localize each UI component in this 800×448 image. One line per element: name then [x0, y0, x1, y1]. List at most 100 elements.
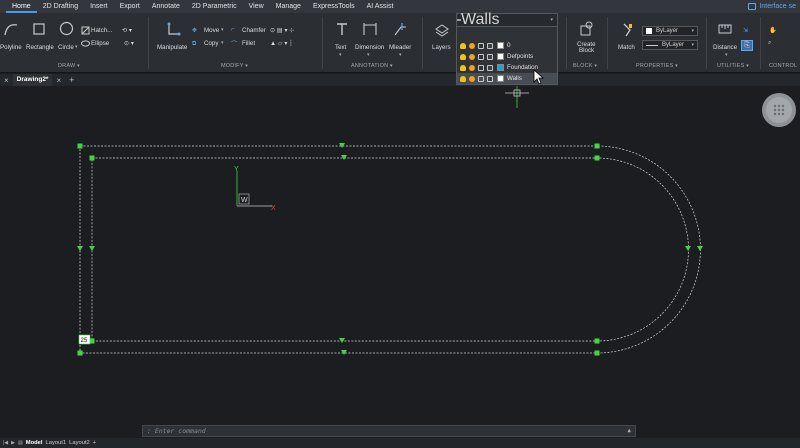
- lock-icon[interactable]: [478, 75, 484, 82]
- grip-triangle[interactable]: [341, 155, 347, 160]
- lock-icon[interactable]: [478, 64, 484, 71]
- grip-square[interactable]: [594, 143, 600, 149]
- manipulate-button[interactable]: Manipulate: [157, 44, 187, 51]
- ellipse-button[interactable]: Ellipse: [91, 40, 109, 47]
- grip-triangle[interactable]: [697, 246, 703, 251]
- menu-export[interactable]: Export: [114, 0, 146, 13]
- close-tab-icon[interactable]: ×: [52, 76, 65, 85]
- chevron-up-icon[interactable]: ▲: [627, 426, 631, 436]
- distance-button[interactable]: Distance: [713, 44, 737, 51]
- spline-icon[interactable]: ⟲ ▾: [122, 27, 132, 34]
- grip-triangle[interactable]: [685, 246, 691, 251]
- modify-tools-row2[interactable]: ▲ ▱ ▾ ┆: [270, 40, 293, 47]
- polyline-icon[interactable]: [3, 21, 19, 37]
- printer-icon[interactable]: [487, 53, 493, 60]
- first-layout-icon[interactable]: |◀: [3, 440, 8, 446]
- bulb-icon[interactable]: [460, 53, 466, 60]
- menu-2d-drafting[interactable]: 2D Drafting: [37, 0, 84, 13]
- menu-insert[interactable]: Insert: [84, 0, 114, 13]
- menu-2d-parametric[interactable]: 2D Parametric: [186, 0, 243, 13]
- menu-home[interactable]: Home: [6, 0, 37, 13]
- match-properties-icon[interactable]: [620, 22, 634, 38]
- menu-expresstools[interactable]: ExpressTools: [307, 0, 361, 13]
- add-layout-icon[interactable]: +: [93, 440, 96, 446]
- layers-icon[interactable]: [434, 23, 450, 37]
- grip-triangle[interactable]: [339, 143, 345, 148]
- printer-icon[interactable]: [487, 42, 493, 49]
- menu-ai-assist[interactable]: AI Assist: [361, 0, 400, 13]
- circle-icon[interactable]: [59, 21, 74, 36]
- linetype-dropdown[interactable]: ByLayer ▾: [642, 40, 698, 50]
- properties-panel-title[interactable]: PROPERTIES ▾: [636, 63, 678, 69]
- lock-icon[interactable]: [478, 53, 484, 60]
- bulb-icon[interactable]: [460, 64, 466, 71]
- sun-icon[interactable]: [469, 64, 475, 71]
- menu-manage[interactable]: Manage: [270, 0, 307, 13]
- dimension-icon[interactable]: [362, 21, 378, 37]
- close-icon[interactable]: ×: [0, 76, 13, 85]
- chevron-down-icon[interactable]: ▾: [75, 44, 78, 50]
- grip-triangle[interactable]: [77, 246, 83, 251]
- control-panel-title[interactable]: CONTROL: [769, 63, 797, 69]
- sun-icon[interactable]: [469, 53, 475, 60]
- block-panel-title[interactable]: BLOCK ▾: [573, 63, 597, 69]
- grip-square[interactable]: [89, 155, 95, 161]
- pan-icon[interactable]: ✋: [769, 26, 777, 34]
- printer-icon[interactable]: [487, 75, 493, 82]
- rectangle-icon[interactable]: [32, 22, 46, 36]
- grip-square[interactable]: [594, 155, 600, 161]
- fillet-button[interactable]: Fillet: [242, 40, 255, 47]
- annotation-panel-title[interactable]: ANNOTATION ▾: [351, 63, 393, 69]
- sun-icon[interactable]: [469, 42, 475, 49]
- zoom-icon[interactable]: ⌕: [768, 39, 771, 47]
- outer-wall[interactable]: [79, 145, 701, 354]
- grip-square[interactable]: [77, 350, 83, 356]
- printer-icon[interactable]: [487, 64, 493, 71]
- draw-panel-title[interactable]: DRAW ▾: [58, 63, 80, 69]
- lock-icon[interactable]: [478, 42, 484, 49]
- copy-button[interactable]: Copy: [204, 40, 218, 47]
- menu-view[interactable]: View: [243, 0, 270, 13]
- grip-triangle[interactable]: [339, 338, 345, 343]
- grip-triangle[interactable]: [341, 350, 347, 355]
- tab-layout2[interactable]: Layout2: [69, 440, 90, 446]
- inner-wall[interactable]: [91, 157, 689, 342]
- grip-square[interactable]: [594, 338, 600, 344]
- layer-dropdown[interactable]: Walls ▾ 0 Defpoints Foundation Walls: [456, 11, 558, 85]
- command-line[interactable]: : Enter command ▲: [142, 425, 636, 437]
- layer-item-0[interactable]: 0: [457, 40, 557, 51]
- match-button[interactable]: Match: [618, 44, 635, 51]
- text-icon[interactable]: [334, 21, 350, 37]
- modify-tools-row1[interactable]: ⊙ ▤ ▾ ⊹: [270, 27, 294, 34]
- utilities-panel-title[interactable]: UTILITIES ▾: [717, 63, 749, 69]
- polyline-button[interactable]: Polyline: [0, 44, 22, 51]
- text-button[interactable]: Text: [335, 44, 346, 51]
- point-icon[interactable]: ⊙ ▾: [124, 40, 134, 47]
- interface-settings-link[interactable]: Interface se: [748, 0, 796, 13]
- layout-list-icon[interactable]: ▤: [18, 440, 23, 446]
- sun-icon[interactable]: [469, 75, 475, 82]
- mleader-button[interactable]: Mleader: [389, 44, 411, 51]
- bulb-icon[interactable]: [460, 75, 466, 82]
- bulb-icon[interactable]: [460, 42, 466, 49]
- new-tab-icon[interactable]: +: [65, 75, 78, 85]
- move-button[interactable]: Move: [204, 27, 219, 34]
- grip-square[interactable]: [594, 350, 600, 356]
- modify-panel-title[interactable]: MODIFY ▾: [221, 63, 248, 69]
- hatch-button[interactable]: Hatch...: [91, 27, 112, 34]
- rectangle-button[interactable]: Rectangle: [26, 44, 54, 51]
- next-layout-icon[interactable]: ▶: [11, 440, 15, 446]
- menu-annotate[interactable]: Annotate: [146, 0, 186, 13]
- layer-item-defpoints[interactable]: Defpoints: [457, 51, 557, 62]
- dimension-readout[interactable]: 25: [78, 334, 91, 345]
- tab-model[interactable]: Model: [26, 440, 43, 446]
- distance-icon[interactable]: [717, 21, 733, 37]
- layers-button[interactable]: Layers: [432, 44, 451, 51]
- manipulate-icon[interactable]: [166, 21, 182, 37]
- tab-layout1[interactable]: Layout1: [46, 440, 67, 446]
- grip-square[interactable]: [77, 143, 83, 149]
- dimension-button[interactable]: Dimension: [355, 44, 384, 51]
- select-similar-icon[interactable]: ⎘: [741, 40, 753, 51]
- mleader-icon[interactable]: [393, 21, 407, 37]
- command-input[interactable]: : Enter command: [147, 427, 206, 435]
